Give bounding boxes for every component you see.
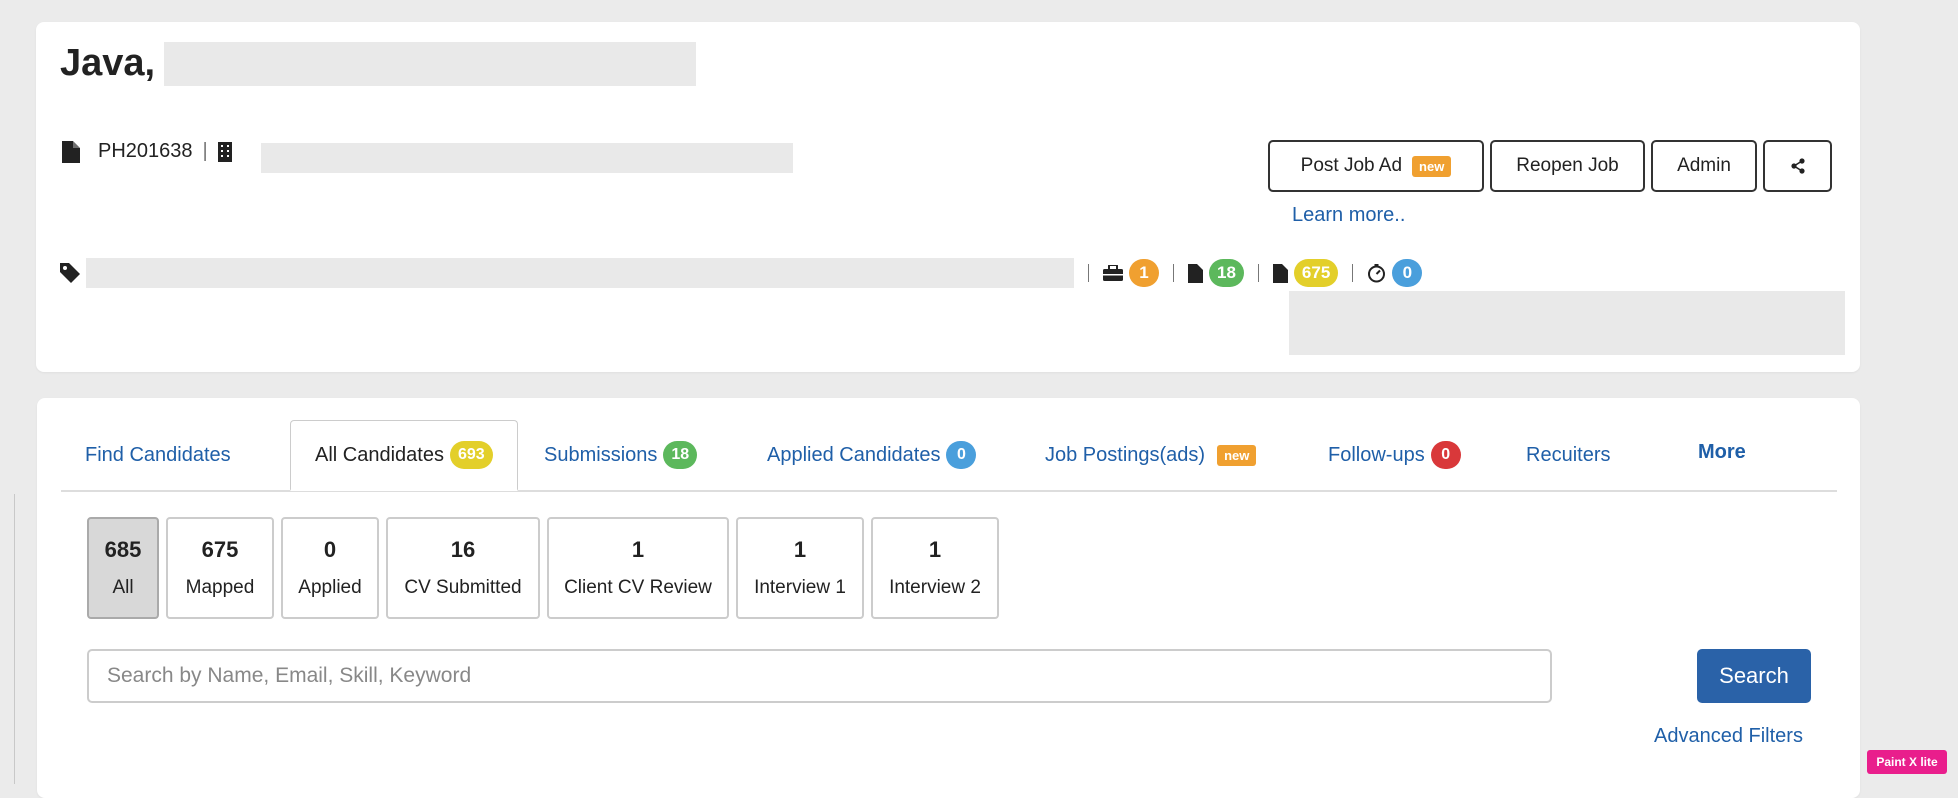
reopen-job-button[interactable]: Reopen Job (1490, 140, 1645, 192)
status-count: 1 (631, 537, 645, 562)
job-actions: Post Job Ad new Reopen Job Admin (1268, 140, 1832, 192)
tab-follow-ups[interactable]: Follow-ups 0 (1328, 420, 1461, 490)
status-filter-interview-1[interactable]: 1 Interview 1 (736, 517, 864, 619)
status-filter-interview-2[interactable]: 1 Interview 2 (871, 517, 999, 619)
tab-job-postings[interactable]: Job Postings(ads) new (1045, 420, 1257, 490)
tab-label: Find Candidates (85, 443, 231, 466)
status-label: Mapped (185, 577, 255, 598)
learn-more-link[interactable]: Learn more.. (1292, 204, 1405, 227)
post-job-ad-label: Post Job Ad (1300, 155, 1403, 176)
stat-submissions: 18 (1173, 259, 1244, 287)
redacted-skills (86, 258, 1074, 288)
tab-label: Follow-ups (1328, 443, 1425, 466)
jobs-count-badge: 1 (1129, 259, 1159, 287)
stat-mapped: 675 (1257, 259, 1339, 287)
stat-time: 0 (1352, 259, 1423, 287)
redacted-info-block (1289, 291, 1845, 355)
tab-all-candidates[interactable]: All Candidates 693 (290, 420, 518, 491)
candidate-tabs: Find Candidates All Candidates 693 Submi… (61, 420, 1837, 492)
post-job-ad-button[interactable]: Post Job Ad new (1268, 140, 1484, 192)
applied-tab-badge: 0 (946, 441, 977, 469)
tab-find-candidates[interactable]: Find Candidates (85, 420, 231, 490)
stat-jobs: 1 (1088, 259, 1159, 287)
status-count: 1 (793, 537, 807, 562)
left-divider (14, 494, 15, 784)
status-filter-all[interactable]: 685 All (87, 517, 159, 619)
new-badge: new (1217, 444, 1257, 466)
tab-label: Submissions (544, 443, 658, 466)
submissions-tab-badge: 18 (663, 441, 698, 469)
document-icon (62, 140, 80, 163)
status-count: 1 (928, 537, 942, 562)
status-count: 16 (450, 537, 476, 562)
status-filter-client-cv-review[interactable]: 1 Client CV Review (547, 517, 729, 619)
advanced-filters-link[interactable]: Advanced Filters (1654, 725, 1803, 748)
tab-applied-candidates[interactable]: Applied Candidates 0 (767, 420, 977, 490)
status-label: Applied (298, 577, 362, 598)
document-icon (1188, 263, 1203, 283)
candidate-search-input[interactable] (87, 649, 1552, 703)
tab-label: Job Postings(ads) (1045, 443, 1206, 466)
time-count-badge: 0 (1392, 259, 1423, 287)
status-count: 685 (104, 537, 142, 562)
building-icon (217, 141, 232, 162)
status-count: 0 (323, 537, 337, 562)
tag-icon (60, 263, 80, 283)
admin-button[interactable]: Admin (1651, 140, 1757, 192)
status-label: All (112, 577, 134, 598)
search-button[interactable]: Search (1697, 649, 1811, 703)
tab-submissions[interactable]: Submissions 18 (544, 420, 698, 490)
status-label: Interview 2 (889, 577, 981, 598)
status-filter-mapped[interactable]: 675 Mapped (166, 517, 274, 619)
tab-recruiters[interactable]: Recuiters (1526, 420, 1610, 490)
briefcase-icon (1103, 265, 1123, 281)
tab-label: Applied Candidates (767, 443, 941, 466)
status-filter-group: 685 All 675 Mapped 0 Applied 16 CV Submi… (87, 517, 999, 619)
submissions-count-badge: 18 (1209, 259, 1244, 287)
status-filter-applied[interactable]: 0 Applied (281, 517, 379, 619)
all-candidates-count-badge: 693 (449, 441, 493, 469)
redacted-client (261, 143, 793, 173)
mapped-count-badge: 675 (1293, 259, 1339, 287)
separator: | (202, 140, 208, 162)
job-meta-row: PH201638 | (62, 140, 232, 163)
share-icon (1790, 158, 1806, 174)
job-title: Java, (60, 42, 156, 84)
new-badge: new (1412, 155, 1452, 177)
tab-label: More (1698, 440, 1746, 463)
status-label: CV Submitted (404, 577, 522, 598)
status-label: Interview 1 (754, 577, 846, 598)
status-filter-cv-submitted[interactable]: 16 CV Submitted (386, 517, 540, 619)
paint-x-lite-watermark: Paint X lite (1867, 750, 1947, 774)
status-count: 675 (201, 537, 239, 562)
redacted-title (164, 42, 696, 86)
status-label: Client CV Review (564, 577, 712, 598)
job-code: PH201638 (98, 140, 193, 162)
tab-label: Recuiters (1526, 443, 1611, 466)
follow-ups-tab-badge: 0 (1430, 441, 1461, 469)
document-icon (1272, 263, 1288, 283)
tab-label: All Candidates (315, 443, 444, 466)
job-header-card: Java, PH201638 | Post Job Ad new Reopen … (36, 22, 1860, 372)
share-button[interactable] (1763, 140, 1832, 192)
stopwatch-icon (1367, 263, 1386, 283)
candidates-card: Find Candidates All Candidates 693 Submi… (37, 398, 1860, 798)
tab-more[interactable]: More (1698, 417, 1746, 487)
job-tags-stats-row: 1 18 675 0 (60, 258, 1423, 288)
